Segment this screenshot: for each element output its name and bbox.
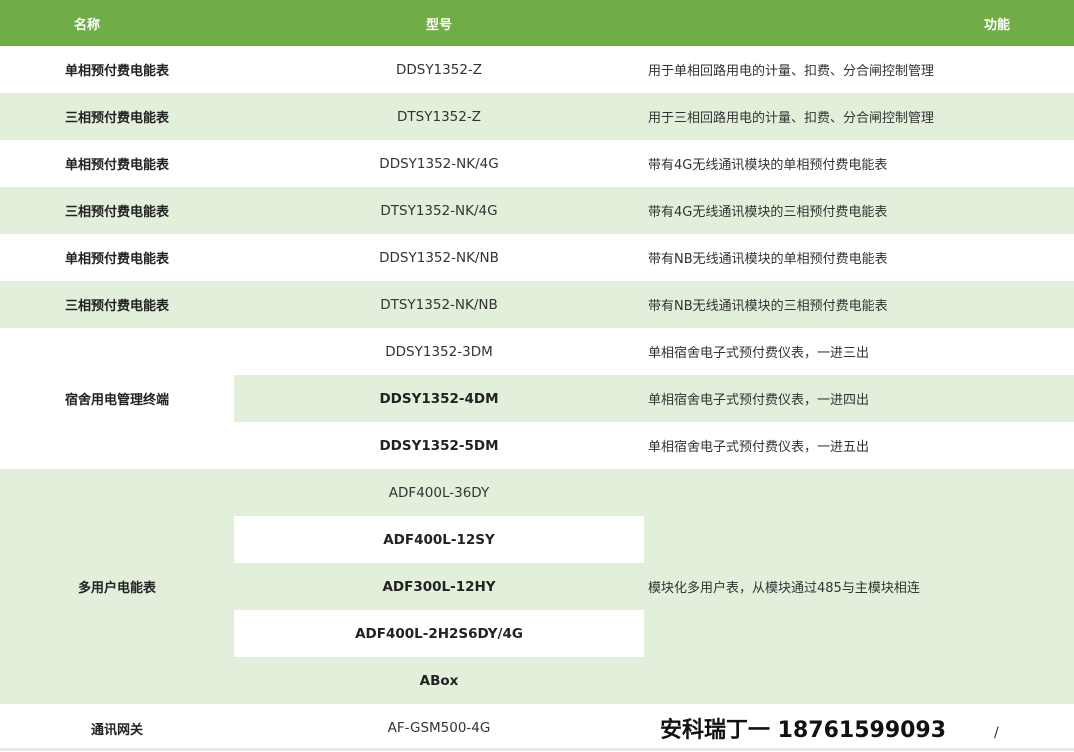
product-name: 单相预付费电能表 <box>64 64 169 79</box>
product-model: ADF400L-2H2S6DY/4G <box>234 610 644 657</box>
header-row: 名称 型号 功能 <box>0 0 1074 46</box>
product-name: 单相预付费电能表 <box>64 252 169 267</box>
header-function: 功能 <box>644 0 1074 46</box>
product-model: DTSY1352-NK/4G <box>380 202 498 219</box>
table-row: 通讯网关 AF-GSM500-4G 安科瑞丁一 18761599093 / <box>0 704 1074 752</box>
multi-function: 模块化多用户表，从模块通过485与主模块相连 <box>644 469 1074 704</box>
table-row: 三相预付费电能表 DTSY1352-NK/NB 带有NB无线通讯模块的三相预付费… <box>0 281 1074 328</box>
product-function: 用于单相回路用电的计量、扣费、分合闸控制管理 <box>648 64 935 79</box>
product-table: 名称 型号 功能 单相预付费电能表 DDSY1352-Z 用于单相回路用电的计量… <box>0 0 1074 752</box>
gateway-function: / <box>994 725 999 741</box>
product-function: 带有NB无线通讯模块的单相预付费电能表 <box>648 252 888 267</box>
gateway-function-cell: 安科瑞丁一 18761599093 / <box>644 704 1074 752</box>
table-row: 宿舍用电管理终端 DDSY1352-3DM 单相宿舍电子式预付费仪表，一进三出 <box>0 328 1074 469</box>
table-row: 三相预付费电能表 DTSY1352-Z 用于三相回路用电的计量、扣费、分合闸控制… <box>0 93 1074 140</box>
table-row: 多用户电能表 ADF400L-36DY 模块化多用户表，从模块通过485与主模块… <box>0 469 1074 704</box>
product-model: DDSY1352-5DM <box>234 422 644 469</box>
product-model: DDSY1352-3DM <box>234 328 644 375</box>
multi-name: 多用户电能表 <box>0 469 234 704</box>
product-model: ADF400L-36DY <box>234 469 644 516</box>
product-model: DTSY1352-NK/NB <box>380 296 498 313</box>
header-name: 名称 <box>0 0 234 46</box>
product-name: 三相预付费电能表 <box>64 205 169 220</box>
product-model: DDSY1352-NK/4G <box>379 155 499 172</box>
table-row: 单相预付费电能表 DDSY1352-NK/4G 带有4G无线通讯模块的单相预付费… <box>0 140 1074 187</box>
product-name: 三相预付费电能表 <box>64 111 169 126</box>
product-model: ADF400L-12SY <box>234 516 644 563</box>
contact-overlay-text: 安科瑞丁一 18761599093 <box>660 718 947 743</box>
product-function: 单相宿舍电子式预付费仪表，一进四出 <box>644 375 1074 422</box>
product-function: 单相宿舍电子式预付费仪表，一进五出 <box>644 422 1074 469</box>
product-model: DDSY1352-Z <box>395 61 483 78</box>
table-row: 三相预付费电能表 DTSY1352-NK/4G 带有4G无线通讯模块的三相预付费… <box>0 187 1074 234</box>
product-model: ADF300L-12HY <box>234 563 644 610</box>
product-function: 带有4G无线通讯模块的三相预付费电能表 <box>648 205 888 220</box>
dorm-name: 宿舍用电管理终端 <box>0 328 234 469</box>
product-model: ABox <box>234 657 644 704</box>
product-function: 用于三相回路用电的计量、扣费、分合闸控制管理 <box>648 111 935 126</box>
product-name: 三相预付费电能表 <box>64 299 169 314</box>
product-model: DDSY1352-NK/NB <box>379 249 499 266</box>
product-model: DDSY1352-4DM <box>234 375 644 422</box>
table-row: 单相预付费电能表 DDSY1352-Z 用于单相回路用电的计量、扣费、分合闸控制… <box>0 46 1074 93</box>
header-model: 型号 <box>234 0 644 46</box>
product-model: DTSY1352-Z <box>397 108 481 125</box>
product-name: 单相预付费电能表 <box>64 158 169 173</box>
gateway-name: 通讯网关 <box>90 722 143 738</box>
table-row: 单相预付费电能表 DDSY1352-NK/NB 带有NB无线通讯模块的单相预付费… <box>0 234 1074 281</box>
product-function: 带有NB无线通讯模块的三相预付费电能表 <box>648 299 888 314</box>
gateway-model: AF-GSM500-4G <box>387 720 491 736</box>
product-function: 单相宿舍电子式预付费仪表，一进三出 <box>644 328 1074 375</box>
product-function: 带有4G无线通讯模块的单相预付费电能表 <box>648 158 888 173</box>
